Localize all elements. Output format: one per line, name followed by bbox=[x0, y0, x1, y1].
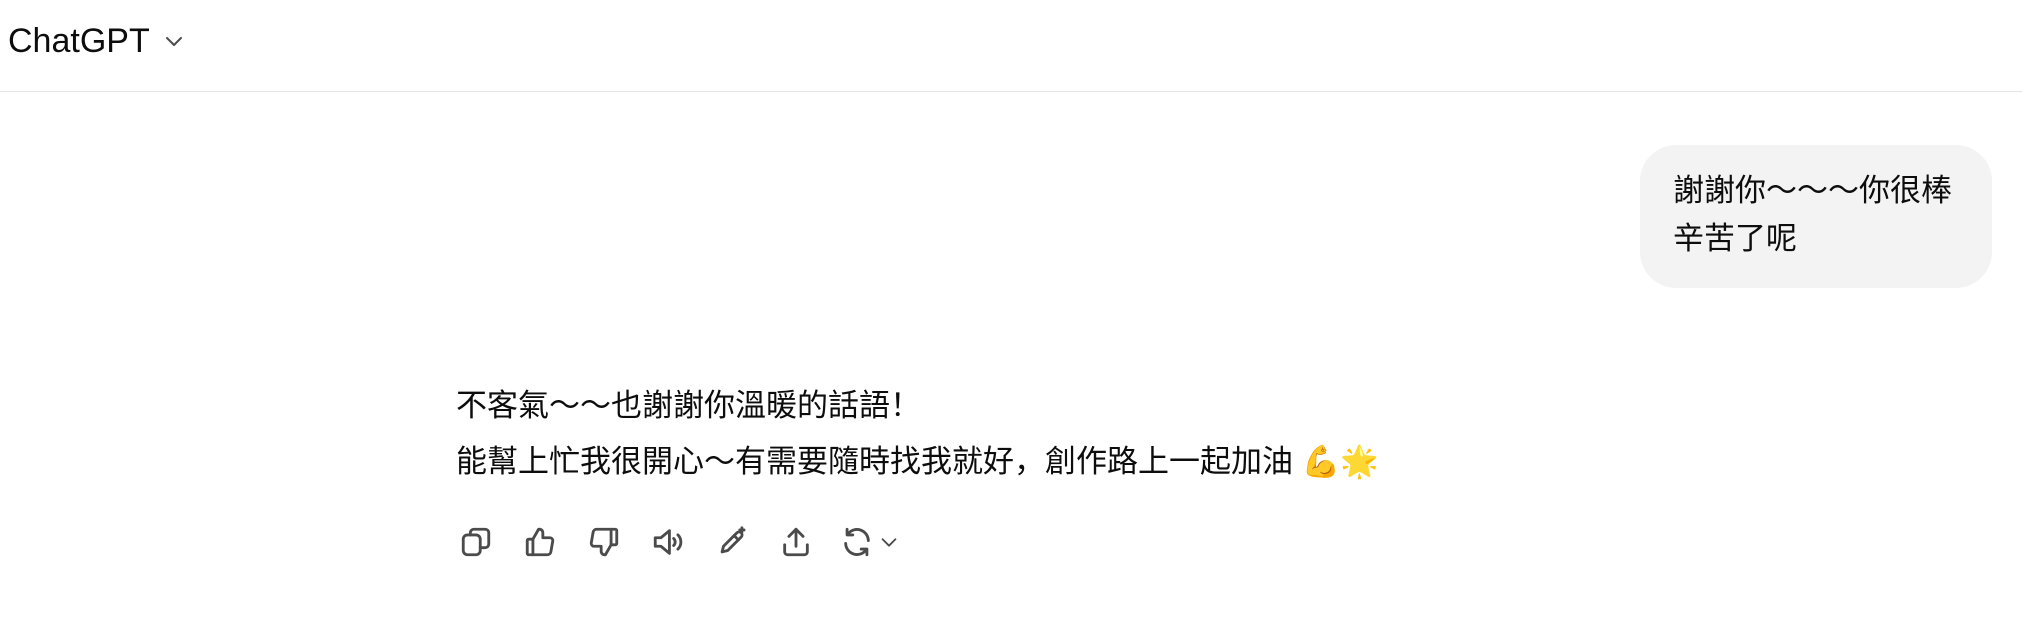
copy-button[interactable] bbox=[456, 522, 496, 562]
speaker-icon bbox=[653, 529, 683, 555]
model-switcher-button[interactable]: ChatGPT bbox=[8, 20, 186, 62]
thumbs-up-icon bbox=[525, 527, 555, 557]
share-icon bbox=[783, 527, 809, 557]
edit-in-canvas-button[interactable] bbox=[712, 522, 752, 562]
model-name: ChatGPT bbox=[8, 22, 150, 60]
message-action-bar bbox=[456, 522, 900, 562]
chevron-down-icon bbox=[881, 538, 897, 547]
thumbs-down-icon bbox=[589, 527, 619, 557]
pencil-sparkle-icon bbox=[720, 526, 746, 554]
assistant-message-line: 能幫上忙我很開心～有需要隨時找我就好，創作路上一起加油 💪🌟 bbox=[456, 444, 1379, 479]
regenerate-button[interactable] bbox=[840, 525, 900, 559]
bad-response-button[interactable] bbox=[584, 522, 624, 562]
assistant-message: 不客氣～～也謝謝你溫暖的話語！ 能幫上忙我很開心～有需要隨時找我就好，創作路上一… bbox=[456, 378, 1379, 490]
assistant-message-line: 不客氣～～也謝謝你溫暖的話語！ bbox=[456, 388, 921, 423]
chevron-down-icon bbox=[165, 37, 182, 46]
read-aloud-button[interactable] bbox=[648, 522, 688, 562]
good-response-button[interactable] bbox=[520, 522, 560, 562]
user-message-line: 辛苦了呢 bbox=[1673, 221, 1797, 256]
user-message-bubble: 謝謝你～～～你很棒 辛苦了呢 bbox=[1640, 145, 1992, 288]
top-bar: ChatGPT bbox=[0, 0, 2022, 92]
share-button[interactable] bbox=[776, 522, 816, 562]
user-message-line: 謝謝你～～～你很棒 bbox=[1673, 173, 1952, 208]
refresh-icon bbox=[844, 527, 870, 557]
copy-icon bbox=[461, 527, 491, 557]
